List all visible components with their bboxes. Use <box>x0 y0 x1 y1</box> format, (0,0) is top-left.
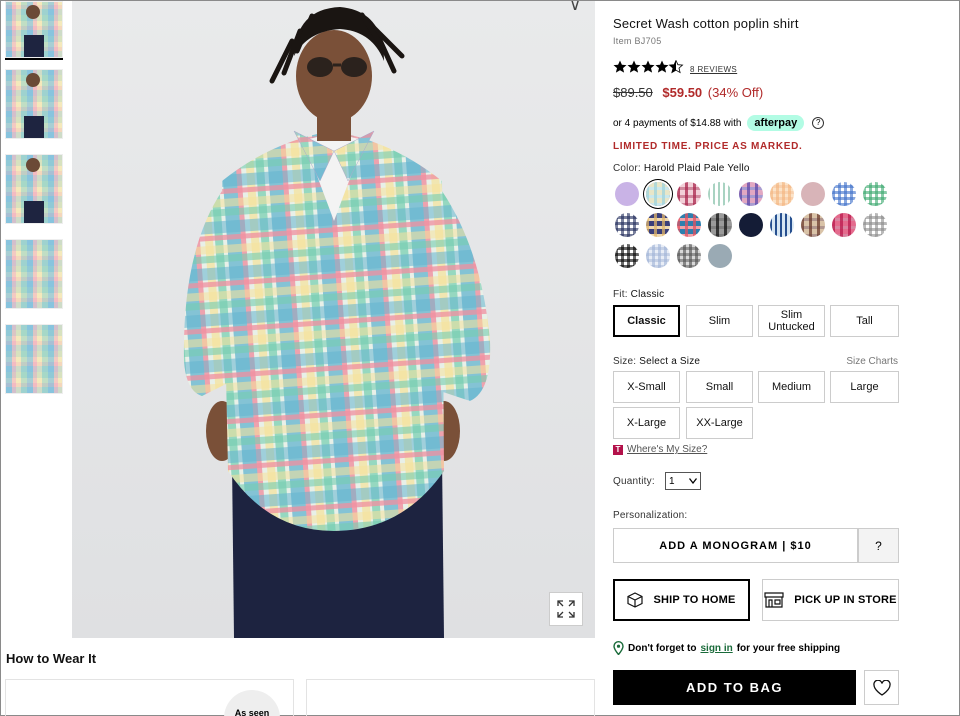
color-swatch-blue-gingham[interactable] <box>832 182 856 206</box>
thumbnail-1[interactable] <box>5 1 63 58</box>
color-swatch-light-blue-check[interactable] <box>646 244 670 268</box>
as-seen-badge: As seen <box>224 690 280 716</box>
product-title: Secret Wash cotton poplin shirt <box>613 16 799 31</box>
quantity-select[interactable]: 1 <box>665 472 701 490</box>
color-swatch-purple-plaid[interactable] <box>739 182 763 206</box>
add-to-bag-button[interactable]: ADD TO BAG <box>613 670 856 705</box>
store-icon <box>764 592 784 608</box>
free-shipping-note: Don't forget to sign in for your free sh… <box>613 641 840 655</box>
size-option-medium[interactable]: Medium <box>758 371 825 403</box>
color-swatch-grey-plaid[interactable] <box>677 244 701 268</box>
reviews-link[interactable]: 8 REVIEWS <box>690 65 737 74</box>
where-my-size[interactable]: T Where's My Size? <box>613 444 707 455</box>
color-swatch-navy-solid[interactable] <box>739 213 763 237</box>
brand-t-icon: T <box>613 444 623 455</box>
color-swatch-magenta-plaid[interactable] <box>832 213 856 237</box>
star-rating[interactable] <box>613 60 685 74</box>
model-photo <box>183 7 491 638</box>
fit-option-classic[interactable]: Classic <box>613 305 680 337</box>
wear-card-2[interactable] <box>306 679 595 716</box>
fit-option-tall[interactable]: Tall <box>830 305 899 337</box>
ship-to-home-label: SHIP TO HOME <box>653 594 736 606</box>
main-product-image[interactable]: ∨ <box>72 1 595 638</box>
color-swatch-brown-plaid[interactable] <box>801 213 825 237</box>
color-swatch-coral-plaid[interactable] <box>677 213 701 237</box>
color-label-text: Color: <box>613 163 641 174</box>
size-label-text: Size: <box>613 356 637 367</box>
size-label: Size: Select a Size <box>613 356 700 367</box>
selected-fit-name: Classic <box>630 289 665 300</box>
afterpay-text: or 4 payments of $14.88 with <box>613 117 742 129</box>
expand-icon <box>557 600 575 618</box>
selected-color-name: Harold Plaid Pale Yello <box>643 163 750 174</box>
afterpay-logo[interactable]: afterpay <box>747 115 805 131</box>
color-swatch-navy-check[interactable] <box>615 213 639 237</box>
size-option-small[interactable]: Small <box>686 371 753 403</box>
location-pin-icon <box>613 641 624 655</box>
color-swatch-pale-blue-plaid[interactable] <box>646 182 670 206</box>
quantity-value: 1 <box>669 475 675 487</box>
afterpay-row: or 4 payments of $14.88 with afterpay ? <box>613 115 825 131</box>
sign-in-link[interactable]: sign in <box>700 643 732 654</box>
add-monogram-button[interactable]: ADD A MONOGRAM | $10 <box>613 528 858 563</box>
color-label: Color: Harold Plaid Pale Yello <box>613 163 750 174</box>
fit-label-text: Fit: <box>613 289 628 300</box>
size-option-xx-large[interactable]: XX-Large <box>686 407 753 439</box>
pick-up-in-store-button[interactable]: PICK UP IN STORE <box>762 579 899 621</box>
where-my-size-link[interactable]: Where's My Size? <box>627 444 707 455</box>
pick-up-label: PICK UP IN STORE <box>794 594 897 606</box>
original-price: $89.50 <box>613 85 653 100</box>
sale-price: $59.50 <box>662 85 703 100</box>
color-swatch-red-plaid[interactable] <box>677 182 701 206</box>
info-icon[interactable]: ? <box>812 117 825 129</box>
percent-off: (34% Off) <box>707 85 764 100</box>
color-swatch-lavender[interactable] <box>615 182 639 206</box>
fit-option-slim-untucked[interactable]: Slim Untucked <box>758 305 825 337</box>
size-option-x-small[interactable]: X-Small <box>613 371 680 403</box>
thumbnail-3[interactable] <box>5 154 63 224</box>
ship-to-home-button[interactable]: SHIP TO HOME <box>613 579 750 621</box>
price-row: $89.50 $59.50 (34% Off) <box>613 85 763 100</box>
free-ship-pre: Don't forget to <box>628 642 697 654</box>
heart-icon <box>872 679 891 696</box>
color-swatch-slate-solid[interactable] <box>708 244 732 268</box>
fit-option-slim[interactable]: Slim <box>686 305 753 337</box>
monogram-help-button[interactable]: ? <box>858 528 899 563</box>
color-swatch-blue-stripe[interactable] <box>770 213 794 237</box>
chevron-down-icon[interactable]: ∨ <box>569 1 581 15</box>
size-option-x-large[interactable]: X-Large <box>613 407 680 439</box>
star-icons <box>613 60 683 74</box>
limited-time-notice: LIMITED TIME. PRICE AS MARKED. <box>613 141 803 152</box>
thumbnail-4[interactable] <box>5 239 63 309</box>
thumbnail-selected-indicator <box>5 58 63 60</box>
color-swatch-green-gingham[interactable] <box>863 182 887 206</box>
size-charts-link[interactable]: Size Charts <box>846 356 898 367</box>
expand-image-button[interactable] <box>549 592 583 626</box>
color-swatch-green-stripe[interactable] <box>708 182 732 206</box>
fit-label: Fit: Classic <box>613 289 664 300</box>
size-prompt: Select a Size <box>639 356 701 367</box>
color-swatch-black-plaid[interactable] <box>708 213 732 237</box>
color-swatch-black-gingham[interactable] <box>615 244 639 268</box>
chevron-down-icon <box>689 478 697 484</box>
color-swatch-peach-check[interactable] <box>770 182 794 206</box>
color-swatch-pink-solid[interactable] <box>801 182 825 206</box>
personalization-label: Personalization: <box>613 510 688 521</box>
wishlist-button[interactable] <box>864 670 899 705</box>
free-ship-post: for your free shipping <box>736 642 841 654</box>
box-icon <box>627 592 644 608</box>
size-option-large[interactable]: Large <box>830 371 899 403</box>
thumbnail-2[interactable] <box>5 69 63 139</box>
wear-card-1[interactable]: As seen <box>5 679 294 716</box>
thumbnail-5[interactable] <box>5 324 63 394</box>
color-swatch-multi-plaid[interactable] <box>646 213 670 237</box>
item-number: Item BJ705 <box>613 36 662 46</box>
color-swatch-grey-gingham[interactable] <box>863 213 887 237</box>
quantity-label: Quantity: <box>613 476 655 487</box>
how-to-wear-heading: How to Wear It <box>6 651 97 666</box>
